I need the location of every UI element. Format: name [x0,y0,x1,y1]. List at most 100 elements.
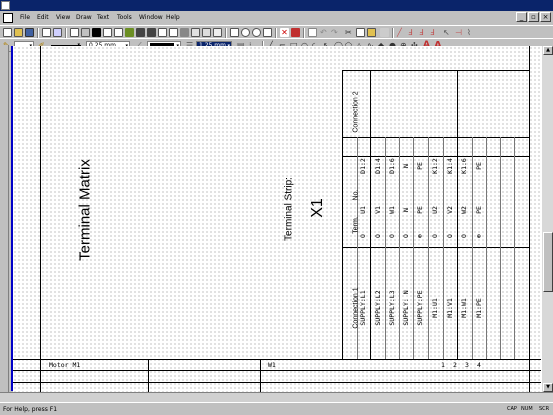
menu-text[interactable]: Text [97,12,109,23]
page-icon[interactable] [70,28,79,37]
zigzag-icon[interactable]: ⌇ [467,28,476,37]
row-term: O [374,234,382,238]
copy-icon[interactable] [191,28,200,37]
status-num: NUM [521,406,533,412]
menu-bar: File Edit View Draw Text Tools Window He… [0,11,553,25]
row-term: O [402,234,410,238]
row-no: V2 [446,206,454,214]
bottom-number: 2 [453,361,457,369]
fit-icon[interactable] [263,28,272,37]
app-window: File Edit View Draw Text Tools Window He… [0,0,553,415]
row-no: U1 [359,206,367,214]
redo-icon[interactable]: ↷ [331,28,340,37]
row-connection2: K1:6 [460,158,468,174]
row-connection1: M1:U1 [431,298,439,318]
bottom-mid-label: W1 [268,361,276,369]
vertical-scrollbar[interactable]: ▲ ▼ [541,46,553,392]
snap-icon[interactable] [180,28,189,37]
row-connection1: M1:V1 [446,298,454,318]
menu-draw[interactable]: Draw [76,12,92,23]
menu-help[interactable]: Help [166,12,180,23]
text-tool-icon[interactable]: Ⅎ [408,28,417,37]
row-connection2: K1:2 [431,158,439,174]
sheet-icon[interactable] [158,28,167,37]
app-icon [1,1,10,10]
bottom-number: 4 [477,361,481,369]
row-connection2: D1:4 [374,158,382,174]
status-cap: CAP [507,406,517,412]
restore-button[interactable]: ▫ [528,12,539,22]
page-view-icon[interactable] [230,28,239,37]
row-no: PE [475,206,483,214]
row-term: O [446,234,454,238]
row-connection1: SUPPLY: N [402,290,410,326]
row-no: V1 [374,206,382,214]
row-term: O [388,234,396,238]
bottom-number: 3 [465,361,469,369]
zoom-in-icon[interactable] [241,28,250,37]
strip-id: X1 [309,198,326,218]
erase-icon[interactable] [291,28,300,37]
header-term: Term. [352,216,360,234]
row-connection2: D1:2 [359,158,367,174]
standard-toolbar: ✕ ↶ ↷ ✂ ╱ Ⅎ Ⅎ Ⅎ ↖ ⊣ ⌇ [0,25,553,39]
cut-icon[interactable]: ✂ [345,28,354,37]
status-bar: For Help, press F1 CAP NUM SCR [0,402,553,415]
print-icon[interactable] [42,28,51,37]
info-icon[interactable] [92,28,101,37]
strip-label: Terminal Strip: [283,177,295,241]
arrow-up-icon[interactable] [125,28,134,37]
paste-icon[interactable] [367,28,376,37]
grid-icon[interactable] [81,28,90,37]
dim2-icon[interactable]: Ⅎ [430,28,439,37]
select-icon[interactable] [308,28,317,37]
document-icon[interactable] [3,13,13,23]
menu-edit[interactable]: Edit [37,12,49,23]
horizontal-scrollbar[interactable] [0,392,553,402]
scroll-up-button[interactable]: ▲ [543,46,553,55]
arrow-tool-icon[interactable]: ↖ [443,28,452,37]
scroll-thumb[interactable] [543,232,553,292]
dim-icon[interactable]: Ⅎ [419,28,428,37]
menu-tools[interactable]: Tools [117,12,132,23]
row-no: U2 [431,206,439,214]
drawing-canvas[interactable]: Terminal Matrix Terminal Strip: X1 Conne… [13,46,541,392]
delete-icon[interactable]: ✕ [280,28,289,37]
row-term: ⊕ [475,234,483,238]
menu-view[interactable]: View [56,12,70,23]
grid2-icon[interactable] [380,28,389,37]
row-no: PE [416,206,424,214]
open-icon[interactable] [14,28,23,37]
status-scr: SCR [539,406,550,412]
preview-icon[interactable] [53,28,62,37]
new-icon[interactable] [3,28,12,37]
list-icon[interactable] [202,28,211,37]
doc-icon[interactable] [103,28,112,37]
arrow-up2-icon[interactable] [136,28,145,37]
row-connection1: SUPPLY:L1 [359,290,367,326]
menu-file[interactable]: File [20,12,30,23]
arrow-down-icon[interactable] [147,28,156,37]
save-icon[interactable] [25,28,34,37]
scroll-down-button[interactable]: ▼ [543,383,553,392]
row-connection1: M1:W1 [460,298,468,318]
row-connection2: D1:6 [388,158,396,174]
bent-line-icon[interactable]: ⊣ [455,28,464,37]
line-tool-icon[interactable]: ╱ [397,28,406,37]
copy2-icon[interactable] [356,28,365,37]
title-bar [0,0,553,11]
close-button[interactable]: × [540,12,551,22]
page2-icon[interactable] [114,28,123,37]
menu-window[interactable]: Window [139,12,163,23]
minimize-button[interactable]: _ [516,12,527,22]
row-term: O [431,234,439,238]
bottom-number: 1 [441,361,445,369]
undo-icon[interactable]: ↶ [320,28,329,37]
row-connection1: SUPPLY:PE [416,290,424,326]
window-icon[interactable] [213,28,222,37]
zoom-out-icon[interactable] [252,28,261,37]
sheet2-icon[interactable] [169,28,178,37]
status-help-text: For Help, press F1 [3,406,58,413]
row-term: O [460,234,468,238]
row-connection2: PE [416,162,424,170]
